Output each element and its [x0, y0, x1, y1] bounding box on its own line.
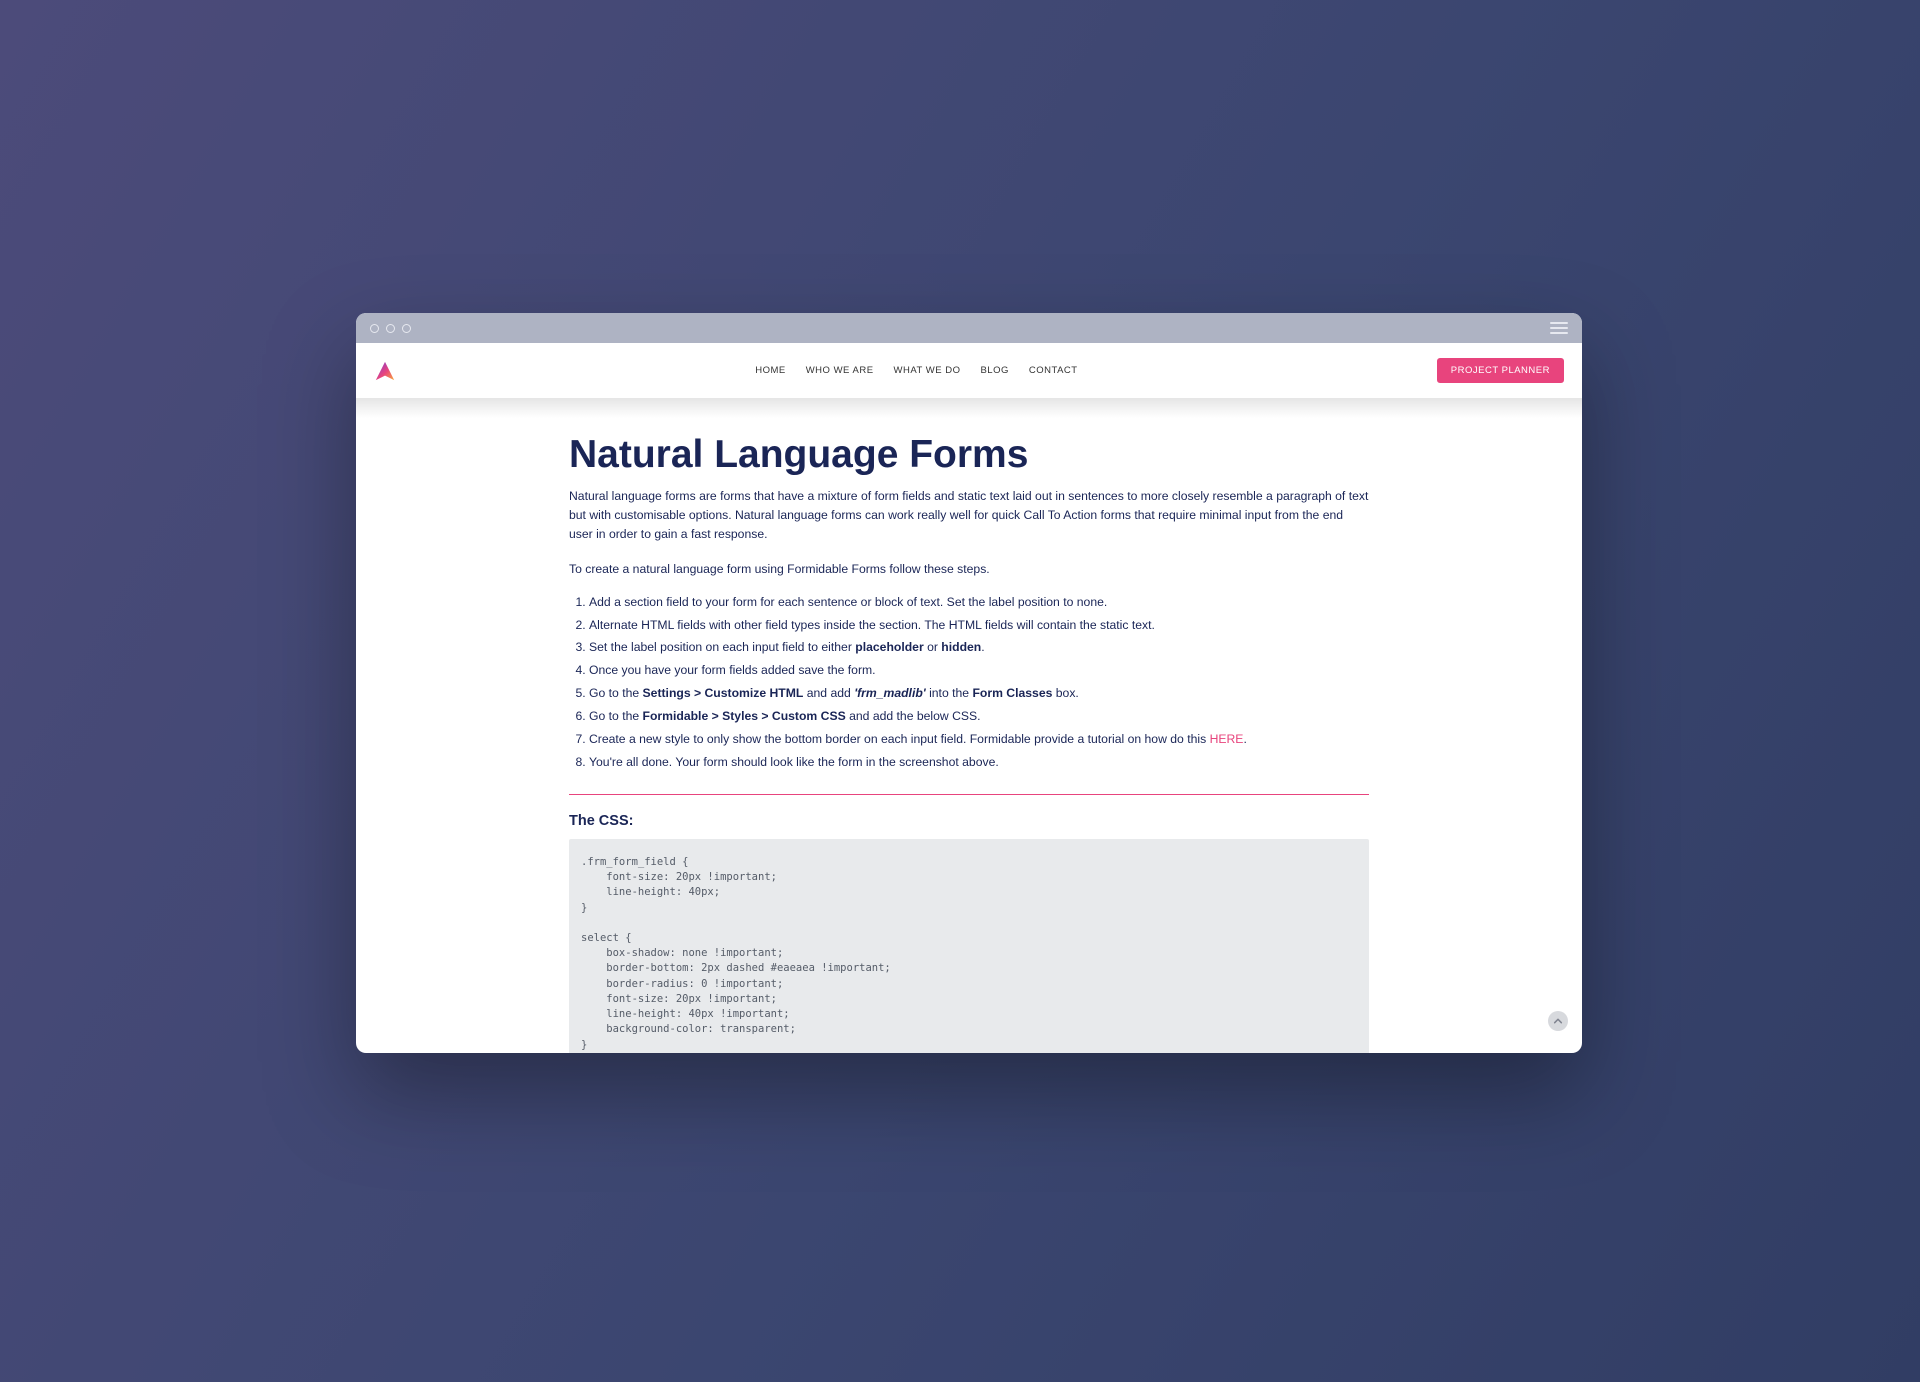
steps-list: Add a section field to your form for eac…: [569, 593, 1369, 772]
window-dot[interactable]: [386, 324, 395, 333]
step-item: Alternate HTML fields with other field t…: [589, 616, 1369, 635]
header-shadow: [356, 398, 1582, 418]
css-heading: The CSS:: [569, 813, 1369, 829]
browser-window: HOME WHO WE ARE WHAT WE DO BLOG CONTACT …: [356, 313, 1582, 1053]
nav-link-who-we-are[interactable]: WHO WE ARE: [806, 365, 874, 376]
nav-link-contact[interactable]: CONTACT: [1029, 365, 1078, 376]
nav-link-home[interactable]: HOME: [755, 365, 786, 376]
main-nav: HOME WHO WE ARE WHAT WE DO BLOG CONTACT: [755, 365, 1077, 376]
nav-link-what-we-do[interactable]: WHAT WE DO: [894, 365, 961, 376]
step-item: Set the label position on each input fie…: [589, 638, 1369, 657]
scroll-to-top-button[interactable]: [1548, 1011, 1568, 1031]
page-title: Natural Language Forms: [569, 433, 1369, 477]
window-dots: [370, 324, 411, 333]
hamburger-icon[interactable]: [1550, 322, 1568, 334]
css-code-block: .frm_form_field { font-size: 20px !impor…: [569, 839, 1369, 1053]
step-item: Once you have your form fields added sav…: [589, 661, 1369, 680]
inline-link[interactable]: HERE: [1210, 732, 1244, 746]
site-logo[interactable]: [374, 360, 396, 382]
window-titlebar: [356, 313, 1582, 343]
lead-paragraph: To create a natural language form using …: [569, 560, 1369, 579]
window-dot[interactable]: [402, 324, 411, 333]
window-dot[interactable]: [370, 324, 379, 333]
article-content: Natural Language Forms Natural language …: [569, 418, 1369, 1053]
site-header: HOME WHO WE ARE WHAT WE DO BLOG CONTACT …: [356, 343, 1582, 398]
section-divider: [569, 794, 1369, 795]
step-item: Add a section field to your form for eac…: [589, 593, 1369, 612]
step-item: Go to the Settings > Customize HTML and …: [589, 684, 1369, 703]
chevron-up-icon: [1553, 1016, 1563, 1026]
step-item: Go to the Formidable > Styles > Custom C…: [589, 707, 1369, 726]
step-item: Create a new style to only show the bott…: [589, 730, 1369, 749]
nav-link-blog[interactable]: BLOG: [980, 365, 1008, 376]
project-planner-button[interactable]: PROJECT PLANNER: [1437, 358, 1564, 383]
step-item: You're all done. Your form should look l…: [589, 753, 1369, 772]
intro-paragraph: Natural language forms are forms that ha…: [569, 487, 1369, 544]
